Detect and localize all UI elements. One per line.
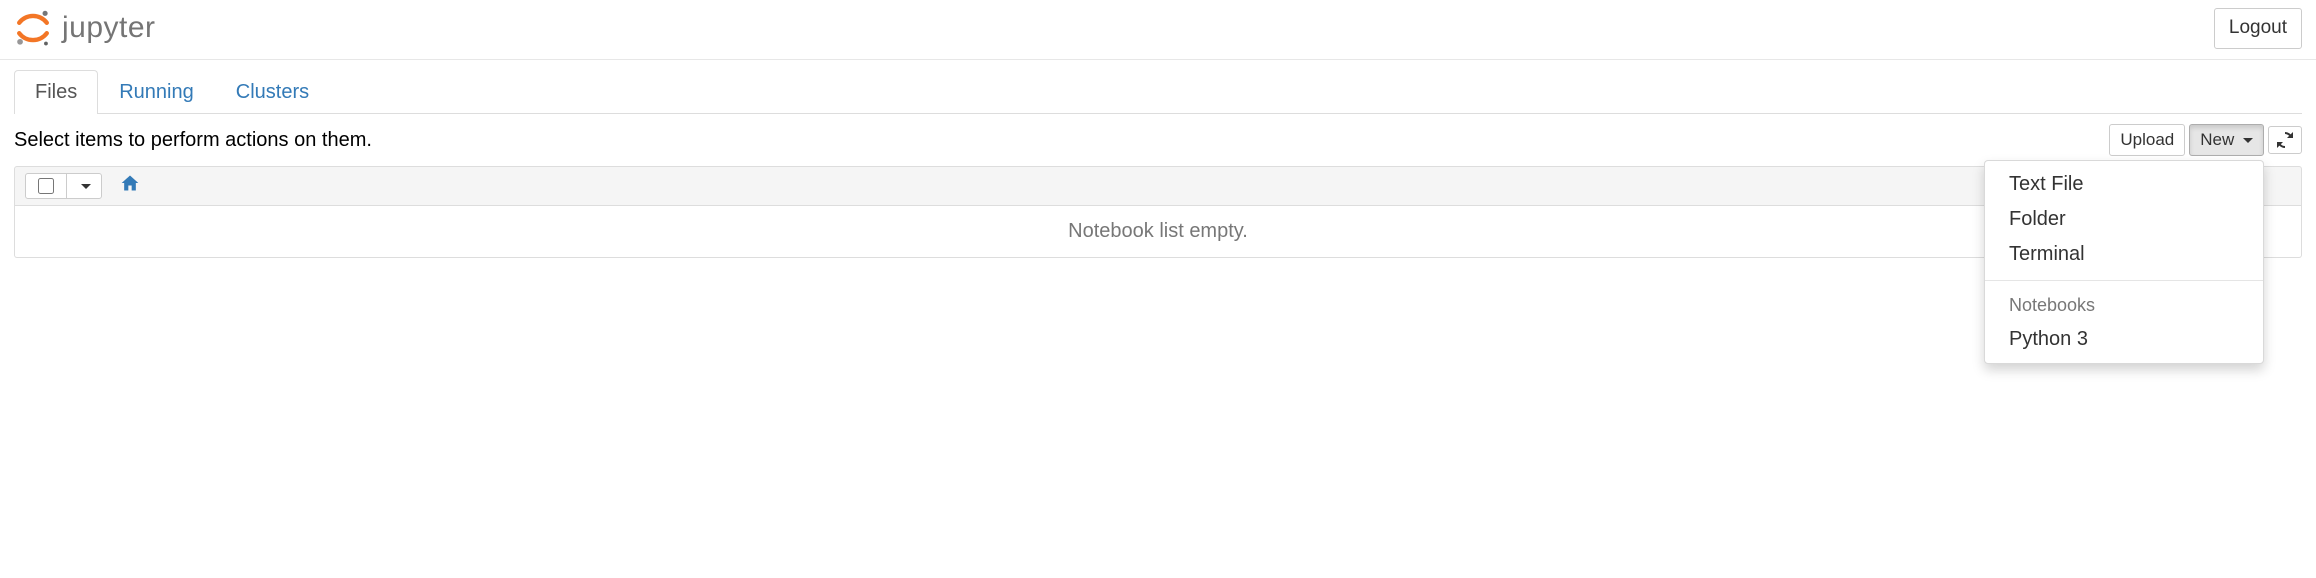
brand-text: jupyter <box>62 11 156 45</box>
new-menu-folder[interactable]: Folder <box>1985 202 2263 237</box>
caret-down-icon <box>81 184 91 189</box>
refresh-button[interactable] <box>2268 126 2302 154</box>
toolbar-hint: Select items to perform actions on them. <box>14 129 372 152</box>
refresh-icon <box>2277 132 2293 148</box>
select-all-checkbox[interactable] <box>38 178 54 194</box>
dropdown-divider <box>1985 280 2263 281</box>
file-list: Notebook list empty. <box>0 166 2316 258</box>
caret-down-icon <box>2243 138 2253 143</box>
logout-button[interactable]: Logout <box>2214 8 2302 49</box>
breadcrumb-home[interactable] <box>120 173 140 199</box>
new-menu-python3[interactable]: Python 3 <box>1985 322 2263 357</box>
upload-button[interactable]: Upload <box>2109 124 2185 156</box>
file-list-empty: Notebook list empty. <box>14 206 2302 258</box>
home-icon <box>120 173 140 199</box>
new-dropdown: Text File Folder Terminal Notebooks Pyth… <box>1984 160 2264 364</box>
tab-bar: Files Running Clusters <box>0 60 2316 114</box>
toolbar: Select items to perform actions on them.… <box>0 114 2316 166</box>
jupyter-logo-icon <box>14 9 52 47</box>
file-list-header <box>14 166 2302 206</box>
tab-clusters[interactable]: Clusters <box>215 70 330 114</box>
new-menu-section-header: Notebooks <box>1985 289 2263 322</box>
new-button-label: New <box>2200 130 2234 149</box>
new-menu-text-file[interactable]: Text File <box>1985 167 2263 202</box>
select-all-group <box>25 173 102 199</box>
brand[interactable]: jupyter <box>14 9 156 47</box>
header: jupyter Logout <box>0 0 2316 60</box>
select-menu-button[interactable] <box>66 174 101 198</box>
tab-files[interactable]: Files <box>14 70 98 114</box>
new-button[interactable]: New <box>2189 124 2264 156</box>
select-all-checkbox-wrap[interactable] <box>26 174 66 198</box>
new-menu-terminal[interactable]: Terminal <box>1985 237 2263 272</box>
tab-running[interactable]: Running <box>98 70 215 114</box>
